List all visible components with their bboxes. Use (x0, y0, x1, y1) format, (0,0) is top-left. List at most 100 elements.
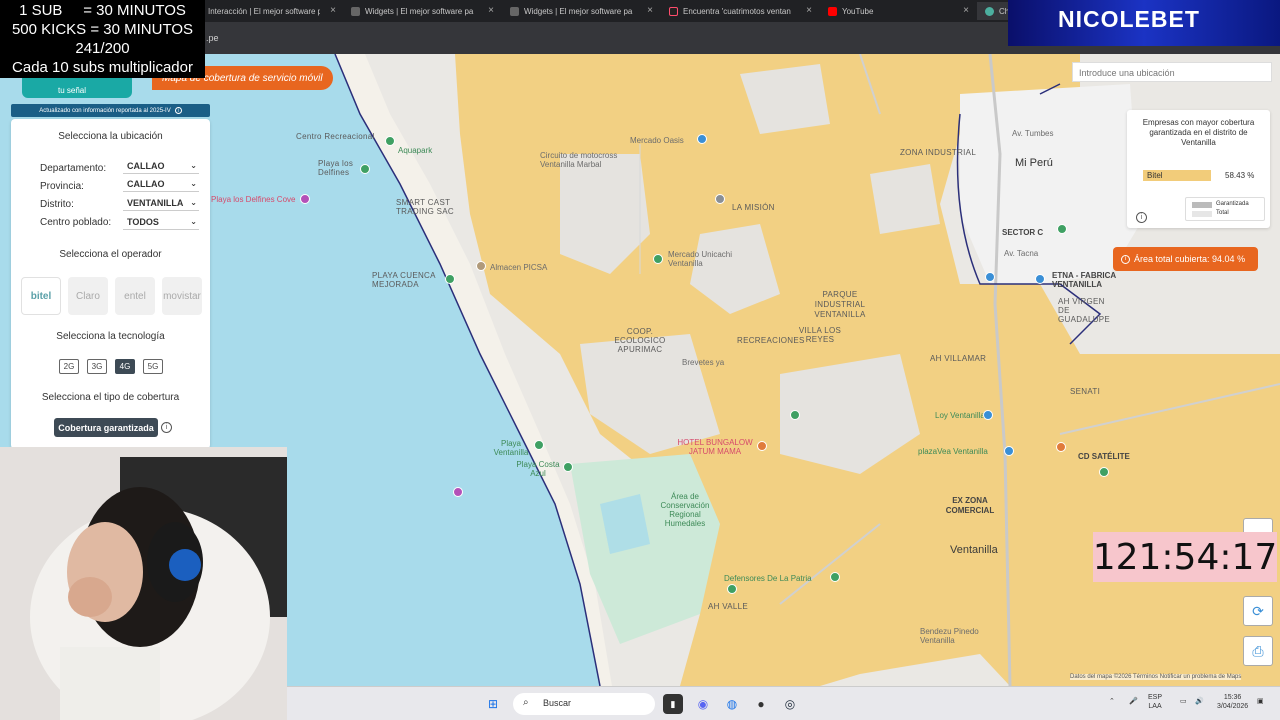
park-pin[interactable] (727, 584, 737, 594)
info-icon[interactable]: i (174, 107, 182, 114)
label-mercado-oasis: Mercado Oasis (630, 136, 684, 145)
tech-3g[interactable]: 3G (87, 359, 107, 374)
tab-widgets-2[interactable]: Widgets | El mejor software pa × (502, 2, 659, 20)
start-icon[interactable]: ⊞ (483, 694, 503, 714)
close-icon[interactable]: × (330, 5, 336, 16)
place-pin[interactable] (300, 194, 310, 204)
print-button[interactable]: ⎙ (1243, 636, 1273, 666)
tab-interaccion[interactable]: Interacción | El mejor software pa × (200, 2, 342, 20)
field-label: Departamento: (40, 163, 107, 174)
tab-title: Widgets | El mejor software pa (365, 6, 474, 16)
shop-pin[interactable] (697, 134, 707, 144)
park-pin[interactable] (360, 164, 370, 174)
network-icon[interactable]: ▭ (1180, 697, 1187, 706)
language-indicator[interactable]: ESP LAA (1148, 693, 1162, 711)
close-icon[interactable]: × (647, 5, 653, 16)
tech-4g[interactable]: 4G (115, 359, 135, 374)
distrito-select[interactable]: VENTANILLA ⌄ (123, 198, 199, 211)
chevron-up-icon[interactable]: ⌃ (1109, 697, 1115, 706)
discord-icon[interactable]: ◉ (693, 694, 713, 714)
park-pin[interactable] (445, 274, 455, 284)
operator-bitel[interactable]: bitel (21, 277, 61, 315)
label-ah-villamar: AH VILLAMAR (930, 354, 987, 363)
departamento-select[interactable]: CALLAO ⌄ (123, 161, 199, 174)
counter-line: 500 KICKS = 30 MINUTOS (11, 21, 194, 38)
youtube-icon (828, 6, 837, 16)
technology-title: Selecciona la tecnología (56, 331, 165, 342)
park-pin[interactable] (1057, 224, 1067, 234)
share-button[interactable]: ⟳ (1243, 596, 1273, 626)
label-playa-costa-azul: Playa Costa Azul (516, 460, 560, 478)
tab-widgets[interactable]: Widgets | El mejor software pa × (343, 2, 500, 20)
tab-youtube[interactable]: YouTube × (820, 2, 975, 20)
screen: Centro Recreacional Playa los Delfines P… (0, 0, 1280, 720)
shop-pin[interactable] (1004, 446, 1014, 456)
taskbar-search[interactable]: ⌕ Buscar (513, 693, 655, 715)
date: 3/04/2026 (1217, 703, 1249, 710)
obs-icon[interactable]: ● (751, 694, 771, 714)
place-pin[interactable] (715, 194, 725, 204)
field-label: Centro poblado: (40, 217, 112, 228)
operator-name: Bitel (1147, 171, 1163, 180)
notification-icon[interactable]: ▣ (1257, 697, 1264, 706)
file-explorer-icon[interactable]: ▮ (663, 694, 683, 714)
food-pin[interactable] (757, 441, 767, 451)
tab-tiktok[interactable]: Encuentra 'cuatrimotos ventan × (661, 2, 818, 20)
webcam-feed (0, 447, 287, 720)
label-zona-industrial: ZONA INDUSTRIAL (900, 148, 977, 157)
info-icon[interactable]: i (1121, 254, 1130, 264)
operator-claro[interactable]: Claro (68, 277, 108, 315)
clock[interactable]: 15:36 3/04/2026 (1217, 693, 1248, 711)
tab-title: Interacción | El mejor software pa (208, 6, 320, 16)
park-pin[interactable] (830, 572, 840, 582)
label-virgen-guadalupe: AH VIRGEN DE GUADALUPE (1058, 297, 1111, 324)
label-ah-valle: AH VALLE (708, 602, 749, 611)
close-icon[interactable]: × (963, 5, 969, 16)
park-pin[interactable] (534, 440, 544, 450)
summary-title: Empresas con mayor cobertura garantizada… (1142, 118, 1255, 147)
operator-entel[interactable]: entel (115, 277, 155, 315)
shop-pin[interactable] (985, 272, 995, 282)
location-title: Selecciona la ubicación (58, 131, 163, 142)
select-value: CALLAO (127, 161, 165, 171)
legend: Garantizada Total (1185, 197, 1265, 221)
microphone-icon[interactable]: 🎤 (1129, 697, 1138, 706)
label-villa-los-reyes: VILLA LOS REYES (798, 326, 842, 344)
place-pin[interactable] (476, 261, 486, 271)
shop-pin[interactable] (1035, 274, 1045, 284)
map-attribution[interactable]: Datos del mapa ©2026 Términos Notificar … (1070, 674, 1242, 680)
centro-poblado-select[interactable]: TODOS ⌄ (123, 217, 199, 230)
location-search-input[interactable]: Introduce una ubicación (1072, 62, 1272, 82)
tech-5g[interactable]: 5G (143, 359, 163, 374)
provincia-select[interactable]: CALLAO ⌄ (123, 179, 199, 192)
park-pin[interactable] (385, 136, 395, 146)
url-text[interactable]: .pe (206, 33, 219, 43)
info-icon[interactable]: i (1136, 212, 1147, 223)
close-icon[interactable]: × (488, 5, 494, 16)
shop-pin[interactable] (983, 410, 993, 420)
label-playa-cuenca: PLAYA CUENCA MEJORADA (372, 271, 436, 289)
label-parque-industrial: PARQUE INDUSTRIAL VENTANILLA (814, 290, 866, 319)
park-pin[interactable] (790, 410, 800, 420)
food-pin[interactable] (1056, 442, 1066, 452)
place-pin[interactable] (453, 487, 463, 497)
counter-line: 241/200 (75, 40, 130, 57)
volume-icon[interactable]: 🔊 (1195, 697, 1204, 706)
steam-icon[interactable]: ◎ (780, 694, 800, 714)
label-brevetes: Brevetes ya (682, 358, 725, 367)
info-icon[interactable]: i (161, 422, 172, 433)
chrome-icon[interactable]: ◍ (722, 694, 742, 714)
park-pin[interactable] (563, 462, 573, 472)
park-pin[interactable] (1099, 467, 1109, 477)
field-label: Distrito: (40, 199, 74, 210)
coverage-guaranteed-button[interactable]: Cobertura garantizada (54, 418, 158, 437)
label-ex-zona-comercial: EX ZONA COMERCIAL (945, 496, 995, 515)
tab-title: YouTube (842, 6, 874, 16)
close-icon[interactable]: × (806, 5, 812, 16)
search-label: Buscar (543, 698, 572, 708)
label-playa-ventanilla: Playa Ventanilla (493, 439, 529, 457)
park-pin[interactable] (653, 254, 663, 264)
operator-movistar[interactable]: movistar (162, 277, 202, 315)
tech-2g[interactable]: 2G (59, 359, 79, 374)
label-almacen: Almacen PICSA (490, 263, 548, 272)
